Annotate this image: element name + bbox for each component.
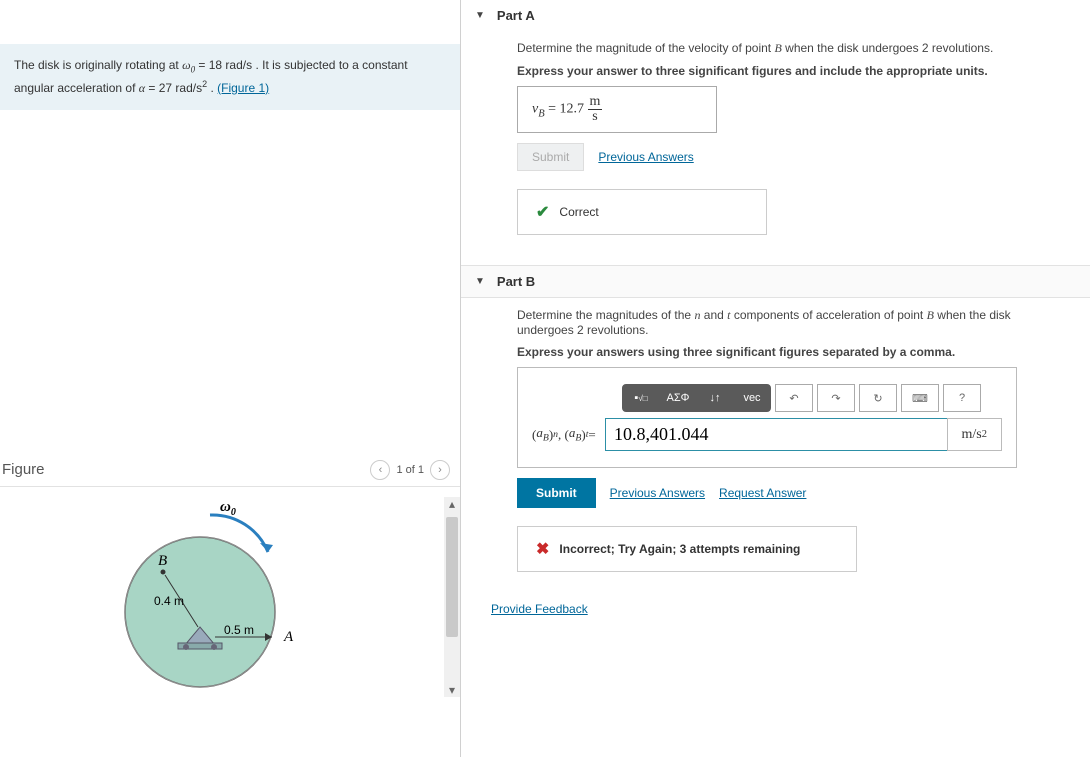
part-a-submit-button: Submit xyxy=(517,143,584,171)
part-a-title: Part A xyxy=(497,8,535,23)
toolbar-keyboard-button[interactable]: ⌨ xyxy=(901,384,939,412)
svg-text:A: A xyxy=(283,629,294,645)
part-b-question: Determine the magnitudes of the n and t … xyxy=(517,308,1050,337)
figure-body: ω0 B A 0.4 m 0.5 m ▴ ▾ xyxy=(0,497,460,697)
part-b-feedback: ✖ Incorrect; Try Again; 3 attempts remai… xyxy=(517,526,857,572)
part-a-answer-box: vB = 12.7 m s xyxy=(517,86,717,133)
figure-title: Figure xyxy=(2,461,45,478)
problem-statement: The disk is originally rotating at ω0 = … xyxy=(0,44,460,110)
toolbar-greek-button[interactable]: ΑΣΦ xyxy=(659,384,697,412)
provide-feedback-link[interactable]: Provide Feedback xyxy=(491,602,588,616)
part-b-title: Part B xyxy=(497,274,535,289)
part-a-header[interactable]: ▼ Part A xyxy=(461,0,1090,31)
part-b-header[interactable]: ▼ Part B xyxy=(461,265,1090,298)
part-a-instruction: Express your answer to three significant… xyxy=(517,64,1050,78)
figure-nav-text: 1 of 1 xyxy=(396,464,424,476)
toolbar-redo-button[interactable]: ↷ xyxy=(817,384,855,412)
part-b-prev-answers-link[interactable]: Previous Answers xyxy=(610,486,705,500)
answer-unit: m/s2 xyxy=(947,418,1002,451)
scroll-up-icon[interactable]: ▴ xyxy=(444,497,460,511)
svg-text:B: B xyxy=(158,553,167,569)
caret-down-icon: ▼ xyxy=(475,276,485,287)
scroll-down-icon[interactable]: ▾ xyxy=(444,683,460,697)
toolbar-template-button[interactable]: ▪√□ xyxy=(622,384,660,412)
toolbar-undo-button[interactable]: ↶ xyxy=(775,384,813,412)
problem-text: The disk is originally rotating at ω0 = … xyxy=(14,58,408,95)
toolbar-help-button[interactable]: ? xyxy=(943,384,981,412)
part-b-submit-button[interactable]: Submit xyxy=(517,478,596,508)
part-a-question: Determine the magnitude of the velocity … xyxy=(517,41,1050,56)
part-a-prev-answers-link[interactable]: Previous Answers xyxy=(598,150,693,164)
part-b-request-answer-link[interactable]: Request Answer xyxy=(719,486,806,500)
toolbar-vec-button[interactable]: vec xyxy=(733,384,771,412)
part-a-feedback: ✔ Correct xyxy=(517,189,767,235)
part-b-answer-area: ▪√□ ΑΣΦ ↓↑ vec ↶ ↷ ↻ ⌨ ? (aB)n, (aB)t = xyxy=(517,367,1017,468)
svg-text:0.4 m: 0.4 m xyxy=(154,594,184,608)
feedback-text: Correct xyxy=(559,205,598,219)
x-icon: ✖ xyxy=(536,539,549,559)
figure-header: Figure ‹ 1 of 1 › xyxy=(0,454,460,487)
svg-text:0.5 m: 0.5 m xyxy=(224,623,254,637)
figure-scrollbar[interactable]: ▴ ▾ xyxy=(444,497,460,697)
scroll-thumb[interactable] xyxy=(446,517,458,637)
toolbar-reset-button[interactable]: ↻ xyxy=(859,384,897,412)
part-b-body: Determine the magnitudes of the n and t … xyxy=(461,298,1090,582)
figure-next-button[interactable]: › xyxy=(430,460,450,480)
feedback-text: Incorrect; Try Again; 3 attempts remaini… xyxy=(559,542,800,556)
answer-prefix: (aB)n, (aB)t = xyxy=(532,418,605,451)
check-icon: ✔ xyxy=(536,202,549,222)
formula-toolbar: ▪√□ ΑΣΦ ↓↑ vec ↶ ↷ ↻ ⌨ ? xyxy=(622,384,981,412)
part-b-instruction: Express your answers using three signifi… xyxy=(517,345,1050,359)
part-b-answer-input[interactable] xyxy=(605,418,947,451)
toolbar-arrows-button[interactable]: ↓↑ xyxy=(696,384,734,412)
caret-down-icon: ▼ xyxy=(475,10,485,21)
figure-link[interactable]: (Figure 1) xyxy=(217,81,269,95)
part-a-body: Determine the magnitude of the velocity … xyxy=(461,31,1090,245)
figure-svg: ω0 B A 0.4 m 0.5 m xyxy=(90,497,330,697)
figure-prev-button[interactable]: ‹ xyxy=(370,460,390,480)
